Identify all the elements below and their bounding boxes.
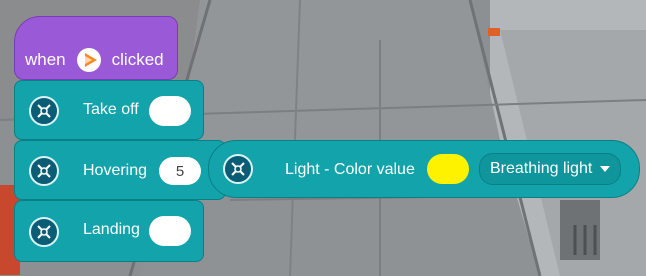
light-color-block[interactable]: Light - Color value Breathing light <box>208 140 640 198</box>
drone-icon <box>29 217 59 247</box>
hovering-label: Hovering <box>83 162 148 179</box>
landing-input[interactable] <box>149 216 191 246</box>
landing-label: Landing <box>83 221 140 238</box>
clicked-label: clicked <box>111 50 164 69</box>
when-clicked-hat-block[interactable]: when clicked <box>14 16 178 80</box>
light-color-label: Light - Color value <box>285 161 415 178</box>
light-mode-dropdown[interactable]: Breathing light <box>479 153 622 185</box>
hovering-block[interactable]: Hovering 5 <box>14 140 226 200</box>
drone-icon <box>223 154 253 184</box>
green-flag-icon[interactable] <box>76 47 102 73</box>
light-mode-value: Breathing light <box>490 160 593 177</box>
hovering-seconds-input[interactable]: 5 <box>159 157 201 185</box>
chevron-down-icon <box>600 166 611 172</box>
color-swatch[interactable] <box>427 154 469 184</box>
take-off-block[interactable]: Take off <box>14 80 204 140</box>
drone-icon <box>29 96 59 126</box>
when-label: when <box>25 50 66 69</box>
take-off-label: Take off <box>83 101 139 118</box>
drone-icon <box>29 156 59 186</box>
take-off-input[interactable] <box>149 96 191 126</box>
landing-block[interactable]: Landing <box>14 200 204 262</box>
